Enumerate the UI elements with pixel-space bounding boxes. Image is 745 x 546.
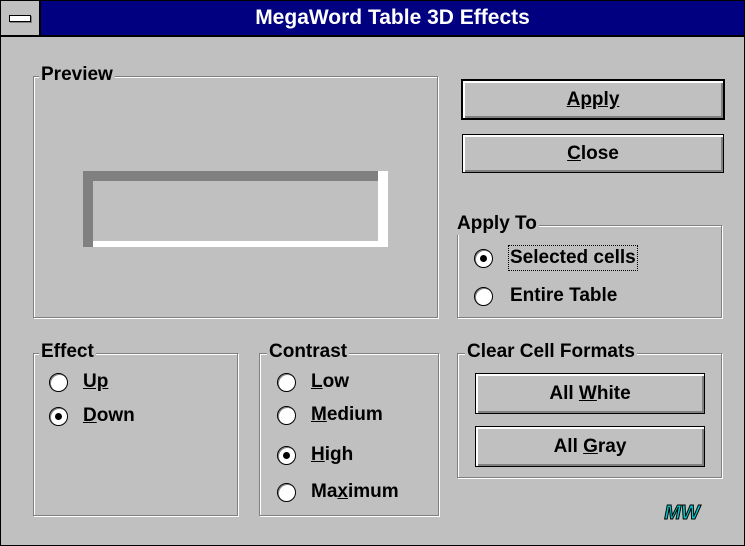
window-title: MegaWord Table 3D Effects xyxy=(255,6,530,29)
system-menu-icon xyxy=(9,15,31,22)
radio-entire-table-label: Entire Table xyxy=(510,285,618,306)
preview-legend: Preview xyxy=(39,64,115,86)
megaword-logo-icon: MW xyxy=(664,502,703,524)
apply-button-label: Apply xyxy=(566,89,620,110)
all-white-button[interactable]: All White xyxy=(475,373,705,414)
dialog-window: MegaWord Table 3D Effects Preview Apply … xyxy=(0,0,745,546)
radio-contrast-medium-indicator xyxy=(277,406,296,425)
radio-contrast-medium-label: Medium xyxy=(311,404,383,425)
title-bar[interactable]: MegaWord Table 3D Effects xyxy=(1,1,744,37)
radio-contrast-maximum-indicator xyxy=(277,483,296,502)
apply-button[interactable]: Apply xyxy=(461,79,725,120)
radio-selected-cells-label: Selected cells xyxy=(508,245,638,271)
radio-selected-cells-indicator xyxy=(474,249,493,268)
close-button[interactable]: Close xyxy=(462,134,724,173)
all-gray-button[interactable]: All Gray xyxy=(475,426,705,467)
radio-effect-down[interactable]: Down xyxy=(49,405,169,429)
radio-effect-down-indicator xyxy=(49,407,68,426)
radio-contrast-low[interactable]: Low xyxy=(277,371,417,395)
logo-text: MW xyxy=(664,502,702,523)
radio-effect-down-label: Down xyxy=(83,405,135,426)
effect-legend: Effect xyxy=(39,341,96,363)
radio-effect-up[interactable]: Up xyxy=(49,371,169,395)
radio-effect-up-label: Up xyxy=(83,371,109,392)
radio-contrast-low-label: Low xyxy=(311,371,349,392)
apply-to-legend: Apply To xyxy=(455,213,539,235)
radio-effect-up-indicator xyxy=(49,373,68,392)
radio-contrast-high-label: High xyxy=(311,444,354,465)
system-menu-button[interactable] xyxy=(1,1,41,35)
preview-cell xyxy=(83,171,388,247)
radio-contrast-maximum-label: Maximum xyxy=(311,481,399,502)
radio-contrast-medium[interactable]: Medium xyxy=(277,404,417,428)
all-white-button-label: All White xyxy=(549,383,631,404)
radio-contrast-maximum[interactable]: Maximum xyxy=(277,481,417,505)
close-button-label: Close xyxy=(567,143,619,164)
radio-contrast-high[interactable]: High xyxy=(277,444,417,468)
radio-entire-table[interactable]: Entire Table xyxy=(474,285,684,309)
radio-entire-table-indicator xyxy=(474,287,493,306)
radio-contrast-low-indicator xyxy=(277,373,296,392)
clear-cell-formats-legend: Clear Cell Formats xyxy=(465,341,637,363)
contrast-legend: Contrast xyxy=(267,341,350,363)
radio-selected-cells[interactable]: Selected cells xyxy=(474,245,684,271)
radio-contrast-high-indicator xyxy=(277,446,296,465)
all-gray-button-label: All Gray xyxy=(553,436,627,457)
